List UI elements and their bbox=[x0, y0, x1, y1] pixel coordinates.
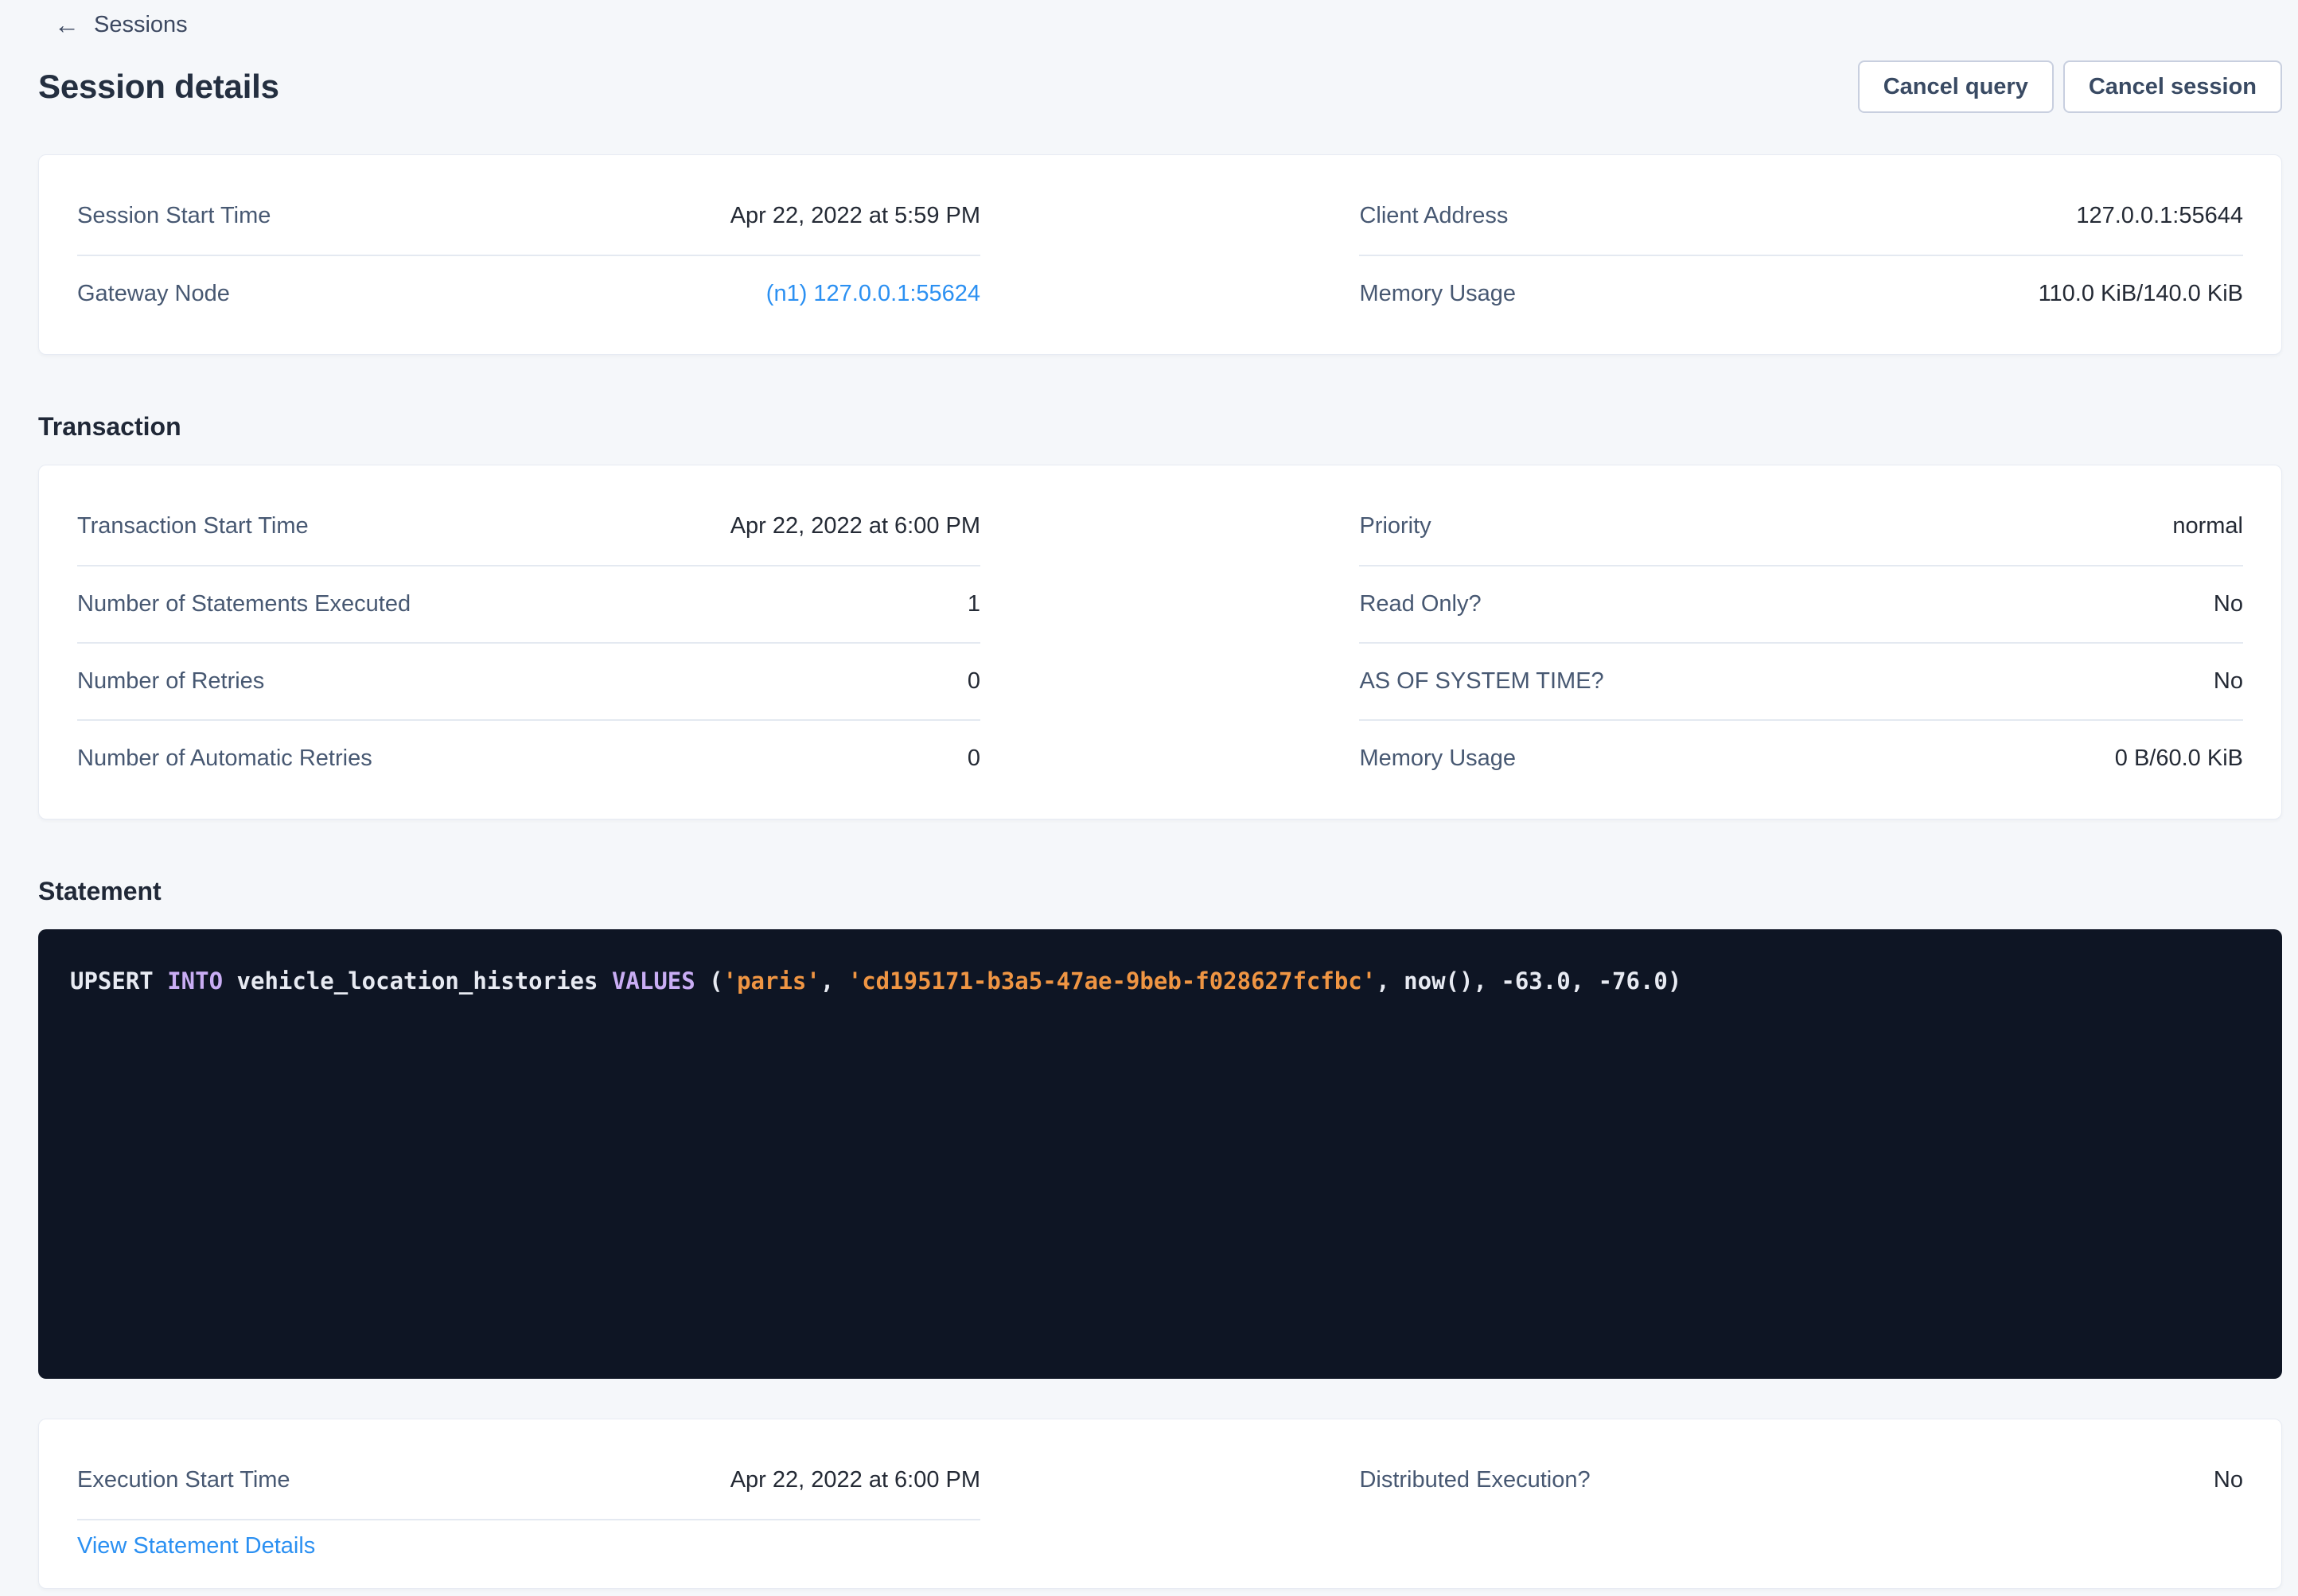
retries-value: 0 bbox=[968, 668, 980, 695]
session-start-time-row: Session Start Time Apr 22, 2022 at 5:59 … bbox=[77, 177, 980, 255]
priority-value: normal bbox=[2172, 513, 2243, 539]
statement-code-block: UPSERT INTO vehicle_location_histories V… bbox=[38, 929, 2282, 1379]
session-memory-usage-value: 110.0 KiB/140.0 KiB bbox=[2039, 281, 2243, 307]
back-breadcrumb-sessions[interactable]: ← Sessions bbox=[54, 11, 188, 38]
breadcrumb-label: Sessions bbox=[94, 12, 188, 38]
transaction-section-title: Transaction bbox=[38, 412, 2282, 441]
read-only-row: Read Only? No bbox=[1359, 565, 2243, 642]
read-only-label: Read Only? bbox=[1359, 591, 1481, 617]
retries-label: Number of Retries bbox=[77, 668, 264, 695]
automatic-retries-label: Number of Automatic Retries bbox=[77, 745, 372, 772]
transaction-card-right-column: Priority normal Read Only? No AS OF SYST… bbox=[1359, 488, 2243, 796]
transaction-start-time-value: Apr 22, 2022 at 6:00 PM bbox=[730, 513, 980, 539]
execution-start-time-value: Apr 22, 2022 at 6:00 PM bbox=[730, 1467, 980, 1493]
execution-card-left-column: Execution Start Time Apr 22, 2022 at 6:0… bbox=[77, 1442, 980, 1566]
page-header: Session details Cancel query Cancel sess… bbox=[38, 60, 2282, 113]
transaction-memory-usage-label: Memory Usage bbox=[1359, 745, 1516, 772]
sql-string-token: 'cd195171-b3a5-47ae-9beb-f028627fcfbc' bbox=[848, 967, 1376, 995]
back-arrow-icon: ← bbox=[54, 12, 80, 37]
session-details-page: ← Sessions Session details Cancel query … bbox=[0, 0, 2298, 1589]
statements-executed-label: Number of Statements Executed bbox=[77, 591, 411, 617]
session-memory-usage-row: Memory Usage 110.0 KiB/140.0 KiB bbox=[1359, 255, 2243, 332]
distributed-execution-label: Distributed Execution? bbox=[1359, 1467, 1590, 1493]
execution-summary-card: Execution Start Time Apr 22, 2022 at 6:0… bbox=[38, 1419, 2282, 1589]
as-of-system-time-row: AS OF SYSTEM TIME? No bbox=[1359, 642, 2243, 719]
transaction-card-left-column: Transaction Start Time Apr 22, 2022 at 6… bbox=[77, 488, 980, 796]
as-of-system-time-label: AS OF SYSTEM TIME? bbox=[1359, 668, 1603, 695]
session-start-time-value: Apr 22, 2022 at 5:59 PM bbox=[730, 203, 980, 229]
as-of-system-time-value: No bbox=[2214, 668, 2243, 695]
session-memory-usage-label: Memory Usage bbox=[1359, 281, 1516, 307]
read-only-value: No bbox=[2214, 591, 2243, 617]
statements-executed-row: Number of Statements Executed 1 bbox=[77, 565, 980, 642]
priority-label: Priority bbox=[1359, 513, 1431, 539]
gateway-node-link[interactable]: (n1) 127.0.0.1:55624 bbox=[766, 281, 980, 307]
session-start-time-label: Session Start Time bbox=[77, 203, 271, 229]
distributed-execution-row: Distributed Execution? No bbox=[1359, 1442, 2243, 1519]
view-statement-details-row: View Statement Details bbox=[77, 1519, 980, 1566]
header-actions: Cancel query Cancel session bbox=[1858, 60, 2282, 113]
session-summary-card: Session Start Time Apr 22, 2022 at 5:59 … bbox=[38, 154, 2282, 355]
priority-row: Priority normal bbox=[1359, 488, 2243, 565]
client-address-value: 127.0.0.1:55644 bbox=[2076, 203, 2243, 229]
gateway-node-row: Gateway Node (n1) 127.0.0.1:55624 bbox=[77, 255, 980, 332]
execution-card-right-column: Distributed Execution? No bbox=[1359, 1442, 2243, 1566]
sql-token: UPSERT bbox=[70, 967, 167, 995]
view-statement-details-link[interactable]: View Statement Details bbox=[77, 1533, 315, 1559]
page-title: Session details bbox=[38, 68, 279, 106]
sql-token: , now(), -63.0, -76.0) bbox=[1376, 967, 1681, 995]
session-card-right-column: Client Address 127.0.0.1:55644 Memory Us… bbox=[1359, 177, 2243, 332]
sql-string-token: 'paris' bbox=[723, 967, 820, 995]
automatic-retries-value: 0 bbox=[968, 745, 980, 772]
sql-keyword-token: VALUES bbox=[612, 967, 695, 995]
execution-start-time-label: Execution Start Time bbox=[77, 1467, 290, 1493]
transaction-start-time-label: Transaction Start Time bbox=[77, 513, 309, 539]
gateway-node-label: Gateway Node bbox=[77, 281, 230, 307]
cancel-query-button[interactable]: Cancel query bbox=[1858, 60, 2054, 113]
statements-executed-value: 1 bbox=[968, 591, 980, 617]
sql-keyword-token: INTO bbox=[167, 967, 223, 995]
cancel-session-button[interactable]: Cancel session bbox=[2063, 60, 2282, 113]
transaction-memory-usage-value: 0 B/60.0 KiB bbox=[2115, 745, 2243, 772]
transaction-memory-usage-row: Memory Usage 0 B/60.0 KiB bbox=[1359, 719, 2243, 796]
transaction-summary-card: Transaction Start Time Apr 22, 2022 at 6… bbox=[38, 465, 2282, 819]
statement-section-title: Statement bbox=[38, 877, 2282, 905]
client-address-row: Client Address 127.0.0.1:55644 bbox=[1359, 177, 2243, 255]
sql-token: , bbox=[820, 967, 848, 995]
execution-start-time-row: Execution Start Time Apr 22, 2022 at 6:0… bbox=[77, 1442, 980, 1519]
transaction-start-time-row: Transaction Start Time Apr 22, 2022 at 6… bbox=[77, 488, 980, 565]
distributed-execution-value: No bbox=[2214, 1467, 2243, 1493]
sql-token: vehicle_location_histories bbox=[223, 967, 612, 995]
session-card-left-column: Session Start Time Apr 22, 2022 at 5:59 … bbox=[77, 177, 980, 332]
sql-token: ( bbox=[695, 967, 723, 995]
automatic-retries-row: Number of Automatic Retries 0 bbox=[77, 719, 980, 796]
retries-row: Number of Retries 0 bbox=[77, 642, 980, 719]
client-address-label: Client Address bbox=[1359, 203, 1508, 229]
